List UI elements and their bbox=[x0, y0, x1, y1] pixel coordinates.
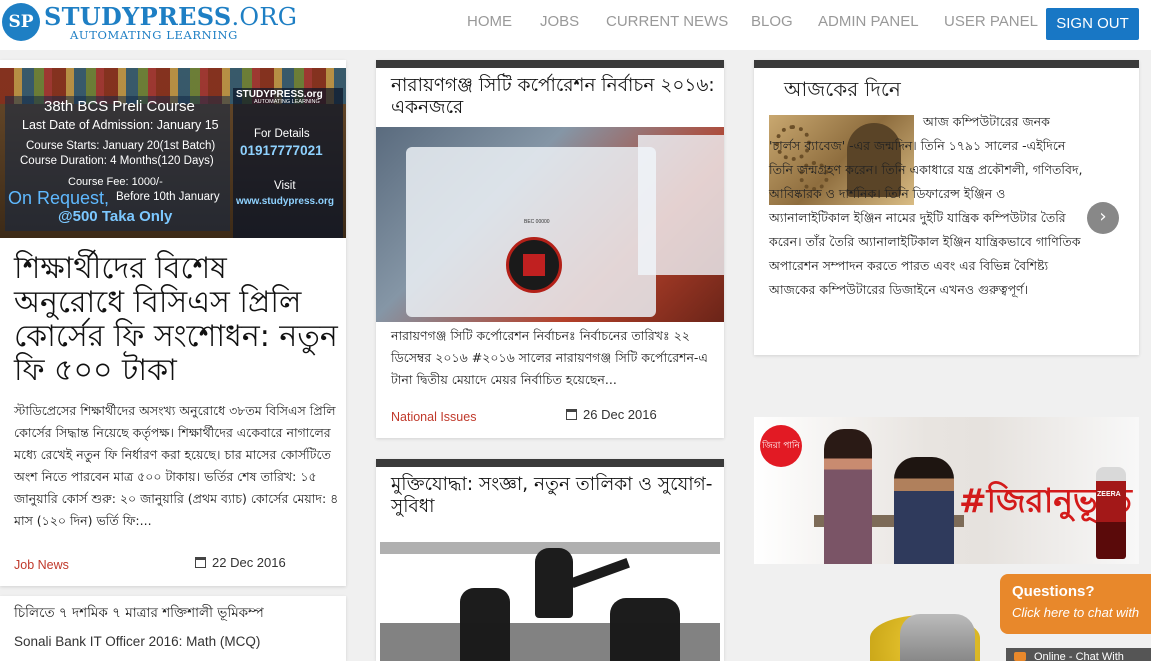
seal-center bbox=[523, 254, 545, 276]
nav-user-panel[interactable]: USER PANEL bbox=[944, 13, 1038, 30]
ballot-box-label: BEC 00000 bbox=[524, 219, 550, 225]
chat-title: Questions? bbox=[1012, 583, 1095, 600]
nav-jobs[interactable]: JOBS bbox=[540, 13, 579, 30]
election-seal-icon bbox=[506, 237, 562, 293]
banner-details-label: For Details bbox=[254, 128, 310, 140]
middle-article-title[interactable]: নারায়ণগঞ্জ সিটি কর্পোরেশন নির্বাচন ২০১৬… bbox=[391, 75, 716, 119]
left-article-date: 22 Dec 2016 bbox=[195, 555, 286, 570]
nav-home[interactable]: HOME bbox=[467, 13, 512, 30]
course-banner-image[interactable]: 38th BCS Preli Course Last Date of Admis… bbox=[0, 68, 346, 238]
chat-online-label: Online - Chat With bbox=[1034, 651, 1124, 661]
photo-rifle bbox=[570, 558, 630, 588]
banner-on-request: On Request, bbox=[8, 188, 110, 208]
banner-phone: 01917777021 bbox=[240, 143, 323, 158]
banner-visit-label: Visit bbox=[274, 180, 296, 192]
zeera-pani-ad[interactable]: জিরা পানি #জিরানুভূতি ZEERA bbox=[754, 417, 1139, 564]
ad-bottle: ZEERA bbox=[1096, 467, 1126, 559]
history-text: আজ কম্পিউটারের জনক 'চার্লস ব্যাবেজ' -এর … bbox=[769, 114, 1083, 297]
banner-website: www.studypress.org bbox=[236, 196, 334, 207]
ballot-box-shape bbox=[638, 135, 724, 275]
chat-subtitle: Click here to chat with bbox=[1012, 605, 1140, 620]
banner-contact-panel bbox=[233, 88, 343, 238]
ad-brand-logo: জিরা পানি bbox=[760, 425, 802, 467]
chat-online-bar[interactable]: Online - Chat With bbox=[1006, 648, 1151, 661]
list-item[interactable]: Sonali Bank IT Officer 2016: Math (MCQ) bbox=[14, 634, 260, 649]
ad-bottle-label: ZEERA bbox=[1097, 491, 1121, 498]
card-top-bar bbox=[376, 459, 724, 467]
logo-tagline: AUTOMATING LEARNING bbox=[70, 28, 238, 42]
left-article-excerpt: স্টাডিপ্রেসের শিক্ষার্থীদের অসংখ্য অনুরো… bbox=[14, 403, 339, 528]
banner-offer: @500 Taka Only bbox=[58, 208, 173, 225]
list-item[interactable]: চিলিতে ৭ দশমিক ৭ মাত্রার শক্তিশালী ভূমিক… bbox=[14, 602, 264, 625]
banner-admission: Last Date of Admission: January 15 bbox=[22, 118, 219, 132]
card-top-bar bbox=[754, 60, 1139, 68]
banner-brand-tag: AUTOMATING LEARNING bbox=[254, 99, 320, 105]
banner-duration: Course Duration: 4 Months(120 Days) bbox=[20, 155, 214, 167]
left-article-title[interactable]: শিক্ষার্থীদের বিশেষ অনুরোধে বিসিএস প্রিল… bbox=[14, 252, 339, 388]
chat-bubble-icon bbox=[1014, 652, 1026, 661]
calendar-icon bbox=[195, 557, 206, 568]
banner-starts: Course Starts: January 20(1st Batch) bbox=[26, 140, 216, 152]
middle-article-date: 26 Dec 2016 bbox=[566, 407, 657, 422]
banner-before: Before 10th January bbox=[116, 191, 220, 203]
logo-icon[interactable]: SP bbox=[2, 3, 40, 41]
calendar-icon bbox=[566, 409, 577, 420]
middle-article-category[interactable]: National Issues bbox=[391, 410, 476, 424]
ad-man-figure bbox=[894, 457, 954, 564]
left-article-category[interactable]: Job News bbox=[14, 558, 69, 572]
nav-current-news[interactable]: CURRENT NEWS bbox=[606, 13, 728, 30]
site-header: SP STUDYPRESS.ORG AUTOMATING LEARNING HO… bbox=[0, 0, 1151, 50]
photo-ground bbox=[380, 623, 720, 661]
photo-figure bbox=[535, 548, 573, 618]
nav-admin-panel[interactable]: ADMIN PANEL bbox=[818, 13, 919, 30]
banner-fee: Course Fee: 1000/- bbox=[68, 176, 163, 188]
card-top-bar bbox=[376, 60, 724, 68]
middle-article2-title[interactable]: মুক্তিযোদ্ধা: সংজ্ঞা, নতুন তালিকা ও সুযো… bbox=[391, 474, 716, 518]
logo-title[interactable]: STUDYPRESS.ORG bbox=[44, 4, 297, 31]
chevron-right-icon[interactable]: › bbox=[1087, 202, 1119, 234]
middle-article-excerpt: নারায়ণগঞ্জ সিটি কর্পোরেশন নির্বাচনঃ নির… bbox=[391, 328, 708, 387]
sign-out-button[interactable]: SIGN OUT bbox=[1046, 8, 1139, 40]
ad-woman-figure bbox=[824, 429, 872, 564]
chat-widget[interactable]: Questions? Click here to chat with bbox=[1000, 574, 1151, 634]
history-title: আজকের দিনে bbox=[784, 77, 901, 101]
nav-blog[interactable]: BLOG bbox=[751, 13, 793, 30]
banner-course-title: 38th BCS Preli Course bbox=[44, 98, 195, 115]
ballot-box-image[interactable]: BEC 00000 bbox=[376, 127, 724, 322]
freedom-fighters-image[interactable] bbox=[380, 528, 720, 661]
ad-bag-graphic bbox=[900, 614, 975, 661]
